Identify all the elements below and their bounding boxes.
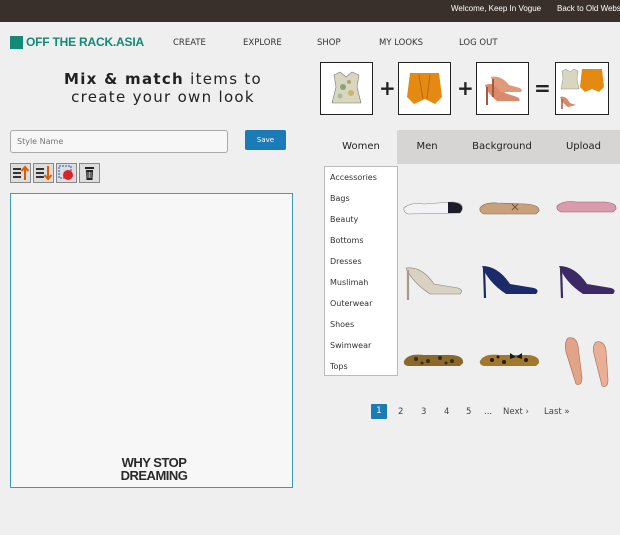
menu-item-accessories[interactable]: Accessories bbox=[330, 173, 377, 182]
design-canvas[interactable]: WHY STOP DREAMING bbox=[10, 193, 293, 488]
product-tan-flat[interactable] bbox=[478, 192, 542, 220]
trash-icon[interactable] bbox=[79, 163, 100, 183]
canvas-watermark: WHY STOP DREAMING bbox=[109, 456, 199, 482]
menu-item-tops[interactable]: Tops bbox=[330, 362, 348, 371]
menu-item-bags[interactable]: Bags bbox=[330, 194, 350, 203]
tagline-line2: create your own look bbox=[71, 88, 255, 106]
tab-men[interactable]: Men bbox=[397, 130, 457, 164]
tab-upload[interactable]: Upload bbox=[547, 130, 620, 164]
equals-sign: = bbox=[534, 76, 551, 100]
nav-shop[interactable]: SHOP bbox=[317, 38, 341, 48]
product-nude-pump[interactable] bbox=[402, 262, 466, 302]
product-leopard-flat[interactable] bbox=[402, 345, 466, 373]
next-page-link[interactable]: Next › bbox=[503, 407, 529, 417]
tab-women[interactable]: Women bbox=[325, 130, 397, 164]
formula-shoes-image bbox=[476, 62, 529, 115]
bring-forward-icon[interactable] bbox=[10, 163, 31, 183]
category-tabs: Women Men Background Upload bbox=[325, 130, 620, 164]
menu-item-shoes[interactable]: Shoes bbox=[330, 320, 354, 329]
menu-item-muslimah[interactable]: Muslimah bbox=[330, 278, 368, 287]
nav-explore[interactable]: EXPLORE bbox=[243, 38, 282, 48]
formula-skirt-image bbox=[398, 62, 451, 115]
page-5[interactable]: 5 bbox=[466, 407, 471, 417]
style-name-input[interactable] bbox=[10, 130, 228, 153]
menu-item-dresses[interactable]: Dresses bbox=[330, 257, 362, 266]
menu-item-bottoms[interactable]: Bottoms bbox=[330, 236, 364, 245]
plus-sign-1: + bbox=[379, 76, 396, 100]
nav-my-looks[interactable]: MY LOOKS bbox=[379, 38, 423, 48]
tagline-rest: items to bbox=[184, 70, 263, 88]
welcome-text: Welcome, Keep In Vogue bbox=[451, 4, 542, 13]
tagline: Mix & match items to create your own loo… bbox=[52, 70, 274, 106]
clone-icon[interactable] bbox=[56, 163, 77, 183]
product-purple-pump[interactable] bbox=[555, 262, 619, 302]
page-4[interactable]: 4 bbox=[444, 407, 449, 417]
product-pink-flat[interactable] bbox=[555, 192, 619, 220]
product-peach-flats-pair[interactable] bbox=[560, 332, 616, 390]
save-button[interactable]: Save bbox=[245, 130, 286, 150]
nav-log-out[interactable]: LOG OUT bbox=[459, 38, 498, 48]
watermark-line2: DREAMING bbox=[120, 468, 188, 483]
product-navy-pump[interactable] bbox=[478, 262, 542, 302]
tagline-bold: Mix & match bbox=[63, 70, 185, 88]
menu-item-outerwear[interactable]: Outerwear bbox=[330, 299, 372, 308]
nav-create[interactable]: CREATE bbox=[173, 38, 206, 48]
logo-square-icon bbox=[10, 35, 23, 49]
send-backward-icon[interactable] bbox=[33, 163, 54, 183]
pagination-ellipsis: ... bbox=[484, 407, 493, 417]
plus-sign-2: + bbox=[457, 76, 474, 100]
top-bar: Welcome, Keep In Vogue Back to Old Webs bbox=[0, 0, 620, 22]
page-2[interactable]: 2 bbox=[398, 407, 403, 417]
women-category-menu: Accessories Bags Beauty Bottoms Dresses … bbox=[324, 166, 398, 376]
formula-top-image bbox=[320, 62, 373, 115]
page-3[interactable]: 3 bbox=[421, 407, 426, 417]
formula-result-image bbox=[555, 62, 609, 115]
tab-background[interactable]: Background bbox=[457, 130, 547, 164]
site-logo[interactable]: OFF THE RACK.ASIA bbox=[10, 35, 144, 49]
logo-text: OFF THE RACK.ASIA bbox=[26, 35, 144, 49]
product-white-flat[interactable] bbox=[402, 192, 466, 220]
back-to-old-website-link[interactable]: Back to Old Webs bbox=[557, 4, 620, 13]
menu-item-swimwear[interactable]: Swimwear bbox=[330, 341, 371, 350]
page-1[interactable]: 1 bbox=[371, 404, 387, 419]
last-page-link[interactable]: Last » bbox=[544, 407, 570, 417]
product-leopard-bow-flat[interactable] bbox=[478, 345, 542, 373]
menu-item-beauty[interactable]: Beauty bbox=[330, 215, 358, 224]
